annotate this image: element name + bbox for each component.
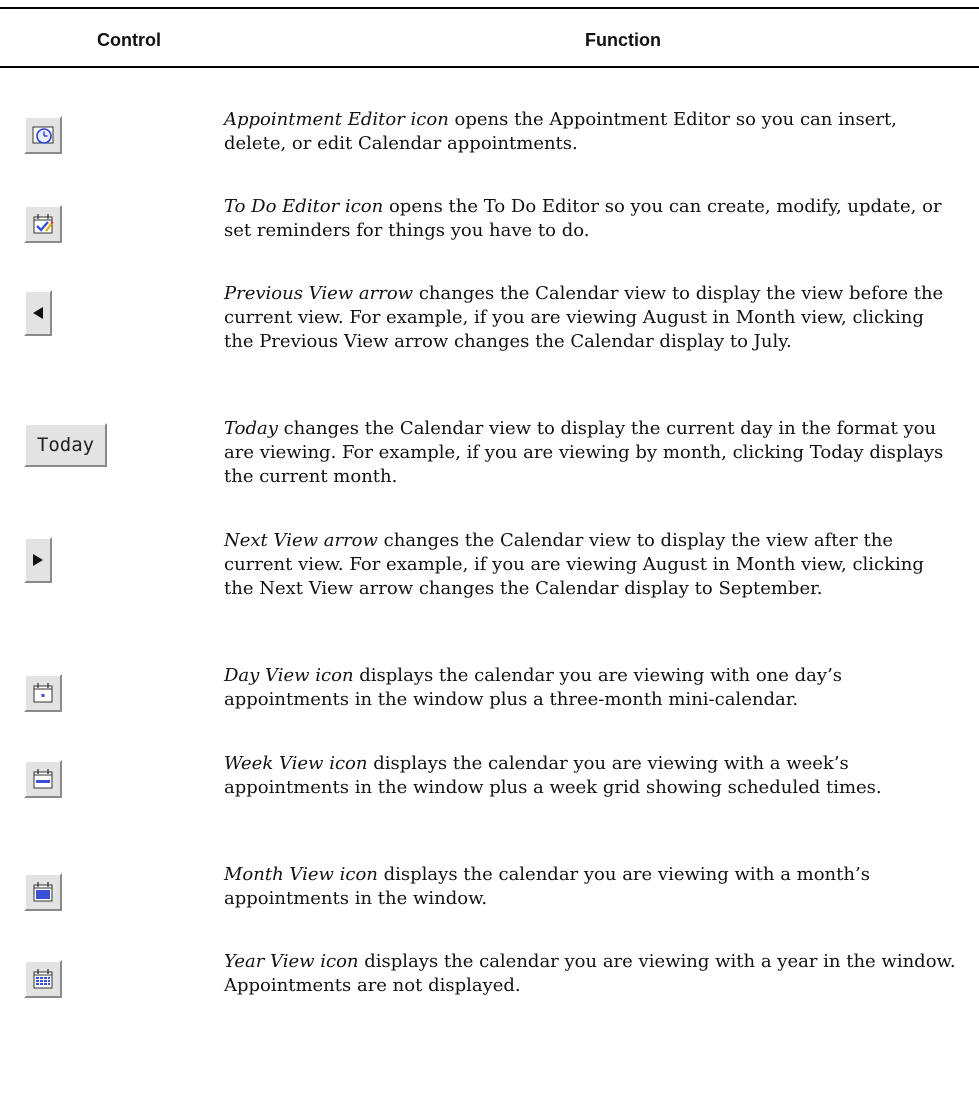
next-arrow-icon[interactable]: [24, 537, 52, 583]
term: Year View icon: [224, 951, 359, 972]
month-view-icon[interactable]: [24, 873, 62, 911]
term: Week View icon: [224, 753, 368, 774]
previous-arrow-icon[interactable]: [24, 290, 52, 336]
year-view-icon[interactable]: [24, 960, 62, 998]
header-rule: [0, 66, 979, 68]
term: Next View arrow: [224, 530, 378, 551]
top-rule: [0, 7, 979, 9]
today-button[interactable]: Today: [24, 423, 107, 467]
row-description: Today changes the Calendar view to displ…: [224, 417, 959, 489]
function-column-header: Function: [585, 30, 661, 50]
todo-editor-icon[interactable]: [24, 205, 62, 243]
term: Today: [224, 418, 278, 439]
control-column-header: Control: [97, 30, 161, 50]
row-description: To Do Editor icon opens the To Do Editor…: [224, 195, 959, 243]
term: To Do Editor icon: [224, 196, 384, 217]
row-description: Previous View arrow changes the Calendar…: [224, 282, 959, 354]
row-description: Appointment Editor icon opens the Appoin…: [224, 108, 959, 156]
row-description: Month View icon displays the calendar yo…: [224, 863, 959, 911]
week-view-icon[interactable]: [24, 760, 62, 798]
row-description: Year View icon displays the calendar you…: [224, 950, 959, 998]
row-description: Day View icon displays the calendar you …: [224, 664, 959, 712]
term: Month View icon: [224, 864, 378, 885]
day-view-icon[interactable]: [24, 674, 62, 712]
term: Appointment Editor icon: [224, 109, 449, 130]
row-description: Week View icon displays the calendar you…: [224, 752, 959, 800]
description-text: changes the Calendar view to display the…: [224, 418, 944, 487]
row-description: Next View arrow changes the Calendar vie…: [224, 529, 959, 601]
appointment-editor-icon[interactable]: [24, 116, 62, 154]
term: Previous View arrow: [224, 283, 414, 304]
term: Day View icon: [224, 665, 354, 686]
